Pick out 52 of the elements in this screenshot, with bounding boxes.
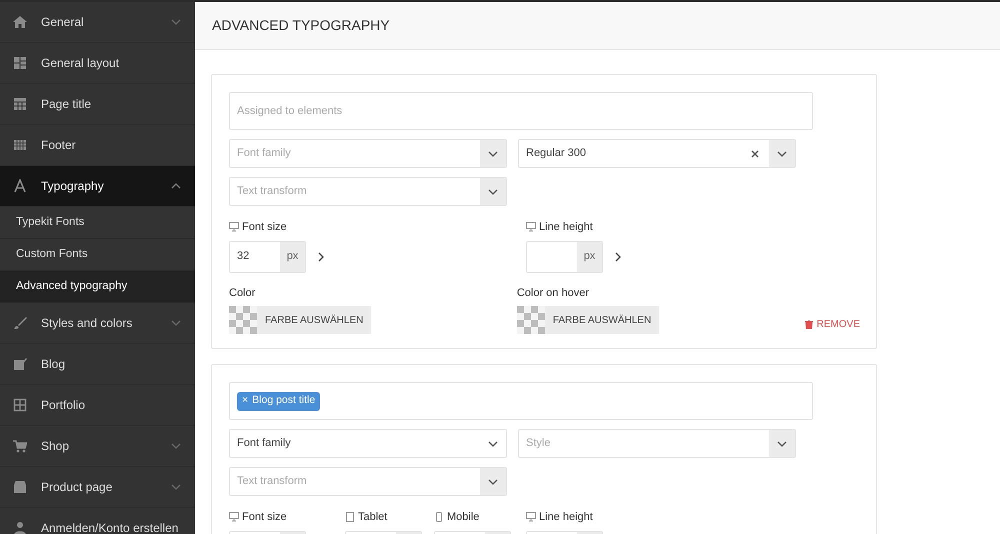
- chevron-icon: [488, 478, 498, 484]
- field-label: Mobile: [447, 510, 480, 525]
- chevron-icon: [171, 183, 181, 189]
- desktop-icon: [229, 512, 239, 522]
- trash-icon: [804, 320, 813, 329]
- desktop-icon: [526, 222, 536, 232]
- remove-button[interactable]: REMOVE: [804, 317, 860, 332]
- sidebar-subitem[interactable]: Advanced typography: [0, 271, 195, 303]
- color-swatch-icon: [516, 306, 545, 334]
- sidebar-item[interactable]: Typography: [0, 166, 195, 207]
- choose-color-button[interactable]: FARBE AUSWÄHLEN: [544, 306, 660, 334]
- choose-color-button[interactable]: FARBE AUSWÄHLEN: [257, 306, 372, 334]
- grid-icon: [13, 138, 27, 152]
- field-label: Line height: [539, 220, 593, 235]
- chevron-icon: [488, 188, 498, 194]
- field-label: Color on hover: [516, 286, 590, 300]
- clear-icon: [751, 150, 759, 158]
- chevron-icon: [488, 440, 498, 446]
- color-swatch-icon: [229, 306, 257, 334]
- brush-icon: [13, 316, 27, 330]
- mobile-icon: [434, 512, 444, 522]
- tablet-icon: [345, 512, 355, 522]
- chevron-icon: [171, 484, 181, 490]
- chevron-icon: [171, 443, 181, 449]
- field-label: Color: [229, 286, 256, 300]
- chevron-icon: [777, 440, 787, 446]
- table-icon: [13, 97, 27, 111]
- home-icon: [13, 15, 27, 29]
- chevron-icon: [171, 19, 181, 25]
- chevron-right-icon: [615, 252, 621, 262]
- field-label: Tablet: [358, 510, 388, 525]
- desktop-icon: [229, 222, 239, 232]
- edit-icon: [13, 357, 27, 371]
- page-title: ADVANCED TYPOGRAPHY: [212, 16, 390, 35]
- style-select[interactable]: Regular 300: [518, 139, 796, 168]
- typography-icon: [13, 179, 27, 193]
- store-icon: [13, 480, 27, 494]
- chevron-right-icon: [318, 252, 324, 262]
- layout-icon: [13, 56, 27, 70]
- field-label: Line height: [539, 510, 593, 525]
- grid-icon: [13, 398, 27, 412]
- chevron-icon: [171, 320, 181, 326]
- user-icon: [13, 521, 27, 534]
- cart-icon: [13, 439, 27, 453]
- field-label: Font size: [242, 510, 287, 525]
- font-family-select[interactable]: Font family: [229, 429, 507, 458]
- size-input[interactable]: 32 px: [229, 240, 306, 272]
- chevron-icon: [488, 150, 498, 156]
- size-input[interactable]: px: [526, 240, 603, 272]
- chevron-icon: [777, 150, 787, 156]
- field-label: Font size: [242, 220, 287, 235]
- desktop-icon: [526, 512, 536, 522]
